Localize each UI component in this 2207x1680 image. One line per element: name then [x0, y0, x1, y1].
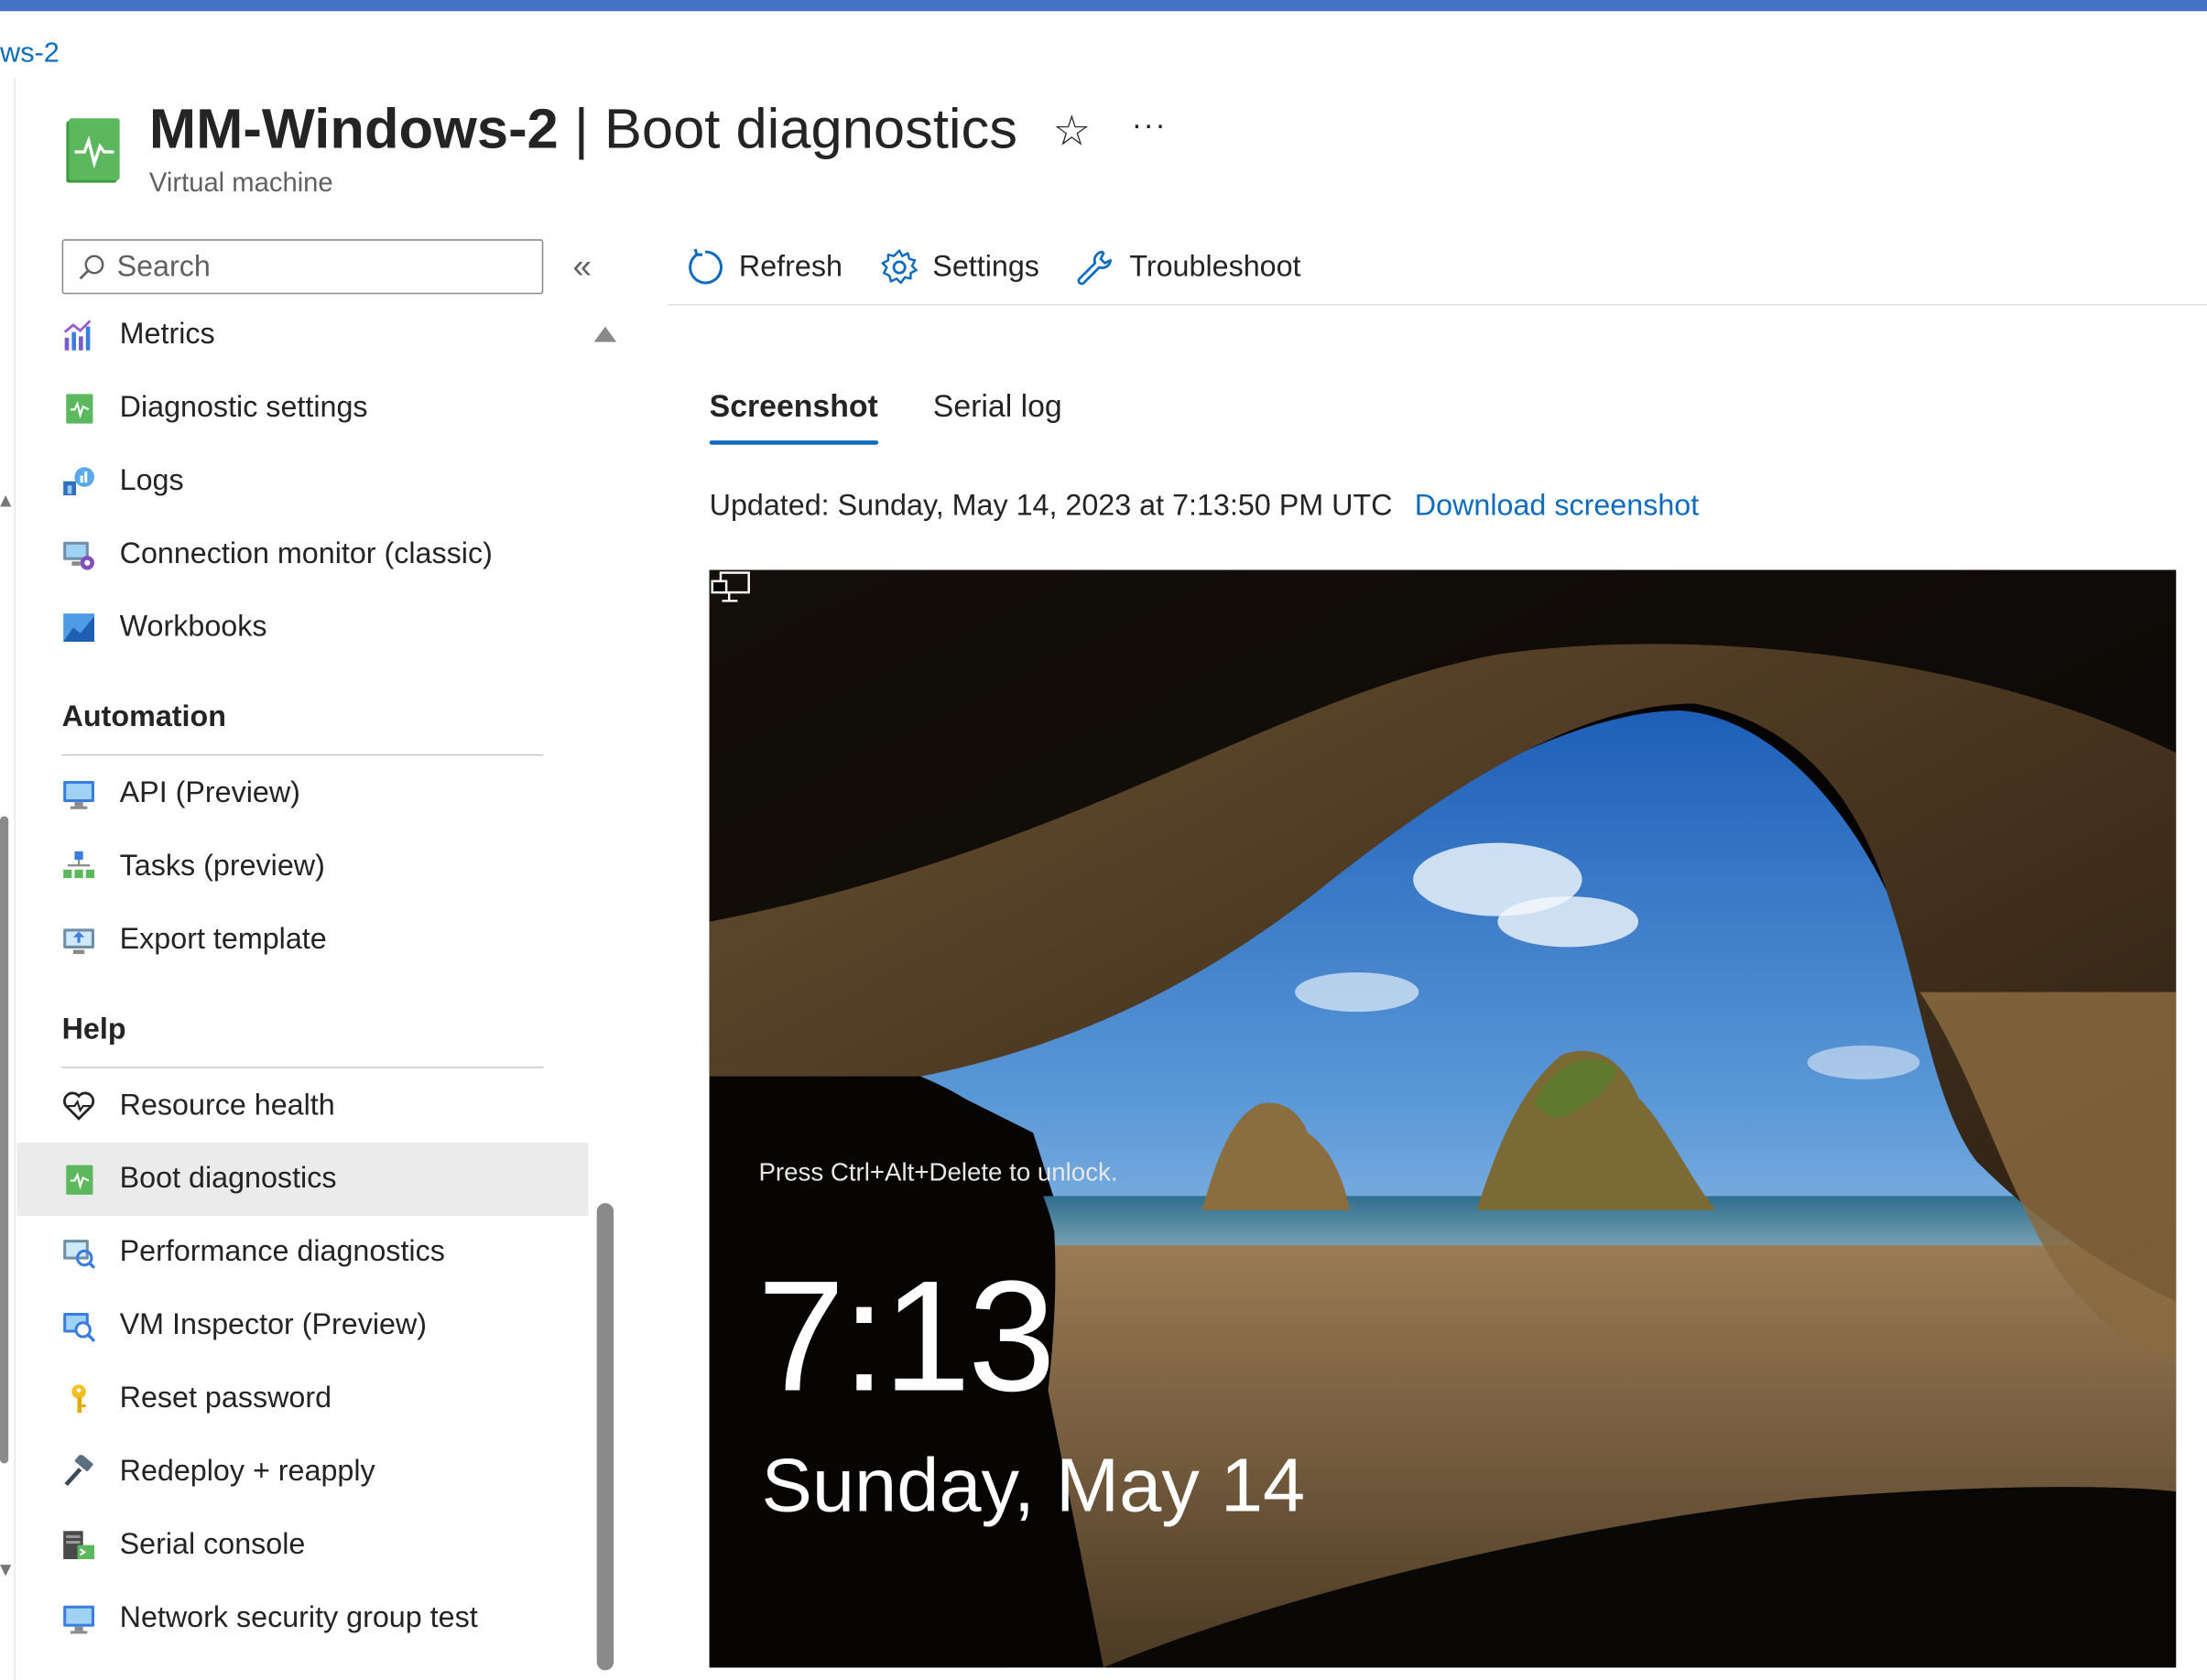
settings-button[interactable]: Settings: [879, 248, 1039, 287]
sidebar-item-logs[interactable]: Logs: [16, 445, 588, 518]
network-icon: [711, 571, 750, 602]
sidebar-item-workbooks[interactable]: Workbooks: [16, 591, 588, 665]
updated-status: Updated: Sunday, May 14, 2023 at 7:13:50…: [710, 490, 1700, 524]
sidebar-item-label: Tasks (preview): [119, 850, 325, 883]
sidebar-item-label: Serial console: [119, 1528, 306, 1561]
export-template-icon: [63, 928, 94, 955]
serial-console-icon: [63, 1531, 94, 1559]
sidebar-scroll-up-icon[interactable]: [593, 326, 617, 342]
sidebar-item-label: Network security group test: [119, 1601, 478, 1634]
sidebar-item-label: Resource health: [119, 1089, 335, 1122]
section-heading-help: Help: [61, 1013, 126, 1046]
sidebar-search[interactable]: [61, 239, 544, 295]
left-divider: [14, 79, 16, 1680]
section-divider: [61, 753, 544, 756]
search-icon: [79, 254, 104, 279]
troubleshoot-button[interactable]: Troubleshoot: [1076, 248, 1301, 287]
download-screenshot-link[interactable]: Download screenshot: [1415, 490, 1699, 522]
tab-serial-log[interactable]: Serial log: [933, 388, 1062, 444]
outer-scroll-down-icon[interactable]: [0, 1565, 12, 1577]
sidebar-item-label: Metrics: [119, 318, 215, 351]
portal-page: ws-2 MM-Windows-2 | Boot diagnostics Vir…: [0, 0, 2207, 1680]
sidebar-item-metrics[interactable]: Metrics: [16, 298, 588, 372]
sidebar-item-connection-monitor[interactable]: Connection monitor (classic): [16, 518, 588, 591]
sidebar-item-resource-health[interactable]: Resource health: [16, 1069, 588, 1143]
sidebar-item-reset-password[interactable]: Reset password: [16, 1362, 588, 1436]
sidebar-item-label: Diagnostic settings: [119, 391, 368, 424]
command-bar-divider: [669, 303, 2207, 306]
section-heading-automation: Automation: [61, 700, 226, 733]
top-bar: [0, 0, 2207, 12]
favorite-star-icon[interactable]: ☆: [1053, 107, 1091, 157]
sidebar-item-label: Performance diagnostics: [119, 1235, 445, 1268]
sidebar-item-label: VM Inspector (Preview): [119, 1308, 428, 1341]
boot-diagnostics-icon: [66, 1165, 93, 1195]
refresh-label: Refresh: [738, 250, 843, 283]
command-bar: Refresh Settings Troubleshoot: [669, 239, 1337, 295]
sidebar-item-boot-diagnostics[interactable]: Boot diagnostics: [16, 1143, 589, 1216]
section-divider: [61, 1067, 544, 1068]
sidebar-item-api[interactable]: API (Preview): [16, 757, 588, 830]
vm-inspector-icon: [63, 1313, 96, 1342]
nsg-test-icon: [63, 1605, 94, 1634]
unlock-prompt: Press Ctrl+Alt+Delete to unlock.: [758, 1157, 1118, 1187]
tab-list: Screenshot Serial log: [709, 388, 1117, 445]
metrics-icon: [63, 320, 92, 351]
sidebar-item-export-template[interactable]: Export template: [16, 904, 588, 977]
blade-name: Boot diagnostics: [603, 98, 1018, 161]
boot-screenshot-image: Press Ctrl+Alt+Delete to unlock. 7:13 Su…: [709, 569, 2177, 1668]
sidebar-item-network-security-group-test[interactable]: Network security group test: [16, 1582, 588, 1655]
sidebar-item-tasks[interactable]: Tasks (preview): [16, 830, 588, 904]
hammer-icon: [64, 1455, 93, 1487]
updated-text: Updated: Sunday, May 14, 2023 at 7:13:50…: [709, 489, 1393, 523]
performance-diagnostics-icon: [63, 1240, 96, 1270]
connection-monitor-icon: [63, 541, 94, 570]
outer-scrollbar[interactable]: [0, 816, 9, 1464]
sidebar-item-performance-diagnostics[interactable]: Performance diagnostics: [16, 1216, 588, 1289]
collapse-sidebar-icon[interactable]: «: [573, 248, 593, 287]
lock-screen-time: 7:13: [756, 1248, 1056, 1425]
workbooks-icon: [63, 613, 94, 642]
tasks-icon: [63, 851, 94, 879]
sidebar-item-label: Export template: [119, 923, 327, 956]
sidebar-item-serial-console[interactable]: Serial console: [16, 1509, 588, 1582]
api-icon: [63, 781, 94, 809]
sidebar-scrollbar-thumb[interactable]: [596, 1203, 614, 1671]
settings-label: Settings: [932, 250, 1039, 283]
sidebar-item-redeploy-reapply[interactable]: Redeploy + reapply: [16, 1436, 588, 1509]
key-icon: [71, 1384, 86, 1414]
sidebar-item-diagnostic-settings[interactable]: Diagnostic settings: [16, 372, 588, 445]
sidebar-item-label: Boot diagnostics: [119, 1162, 337, 1195]
search-input[interactable]: [116, 249, 511, 284]
sidebar-item-label: Reset password: [119, 1382, 332, 1414]
resource-type: Virtual machine: [148, 168, 333, 199]
wrench-icon: [1078, 250, 1113, 286]
more-actions-icon[interactable]: ···: [1132, 107, 1167, 144]
sidebar-item-label: Connection monitor (classic): [119, 537, 493, 570]
sidebar-item-vm-inspector[interactable]: VM Inspector (Preview): [16, 1289, 588, 1362]
title-separator: |: [573, 98, 589, 161]
tab-screenshot[interactable]: Screenshot: [709, 388, 878, 445]
page-title: MM-Windows-2 | Boot diagnostics: [149, 99, 1017, 162]
lock-screen-date: Sunday, May 14: [761, 1443, 1306, 1529]
refresh-icon: [689, 248, 723, 285]
sidebar-item-label: Workbooks: [119, 611, 267, 644]
heart-icon: [63, 1091, 95, 1121]
boot-diagnostics-resource-icon: [66, 118, 120, 183]
refresh-button[interactable]: Refresh: [686, 248, 843, 287]
sidebar-item-label: Logs: [119, 464, 184, 497]
outer-scroll-up-icon[interactable]: [0, 495, 12, 507]
sidebar-item-label: Redeploy + reapply: [119, 1455, 375, 1488]
logs-icon: [63, 467, 94, 496]
gear-icon: [880, 249, 918, 285]
resource-name: MM-Windows-2: [148, 98, 559, 161]
breadcrumb[interactable]: ws-2: [0, 38, 60, 70]
troubleshoot-label: Troubleshoot: [1129, 250, 1301, 283]
sidebar-item-label: API (Preview): [119, 776, 300, 809]
diagnostic-settings-icon: [66, 394, 93, 424]
